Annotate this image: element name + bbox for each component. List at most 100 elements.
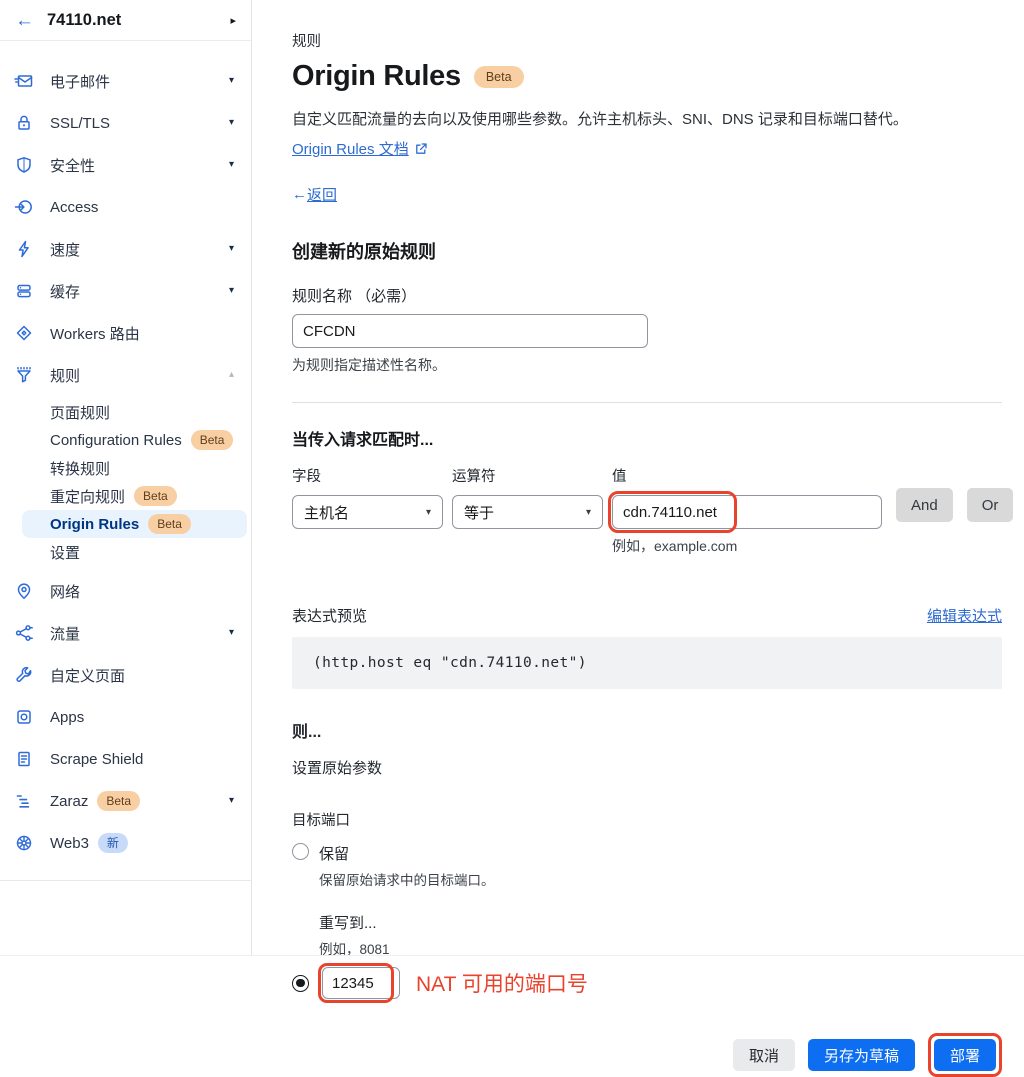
sidebar-item-label: Origin Rules [50,516,139,533]
sidebar-item-rules-settings[interactable]: 设置 [50,538,245,566]
chevron-down-icon[interactable]: ▾ [229,76,234,86]
chevron-right-icon[interactable]: ▸ [230,14,236,27]
match-heading: 当传入请求匹配时... [292,426,1002,450]
sidebar-item-rules[interactable]: 规则 ▴ [0,354,251,396]
chevron-up-icon[interactable]: ▴ [229,370,234,380]
sidebar-item-origin-rules[interactable]: Origin Rules Beta [22,510,247,538]
dest-port-label: 目标端口 [292,809,1002,830]
docs-link[interactable]: Origin Rules 文档 [292,138,409,159]
preserve-radio[interactable] [292,843,309,860]
sidebar-item-label: 流量 [50,623,229,644]
sidebar-item-label: Scrape Shield [50,751,234,768]
and-button[interactable]: And [896,488,953,522]
access-icon [13,196,35,218]
external-link-icon[interactable] [415,143,427,155]
rule-name-input[interactable] [292,314,648,348]
edit-expression-link[interactable]: 编辑表达式 [927,605,1002,626]
sidebar-item-email[interactable]: 电子邮件 ▾ [0,60,251,102]
beta-badge: Beta [148,514,191,534]
sidebar-item-redirect-rules[interactable]: 重定向规则 Beta [50,482,245,510]
sidebar-item-custom-pages[interactable]: 自定义页面 [0,654,251,696]
sidebar-item-workers-routes[interactable]: Workers 路由 [0,312,251,354]
cache-icon [13,280,35,302]
sidebar-item-label: 网络 [50,581,234,602]
sidebar-item-label: Configuration Rules [50,432,182,449]
expression-code: (http.host eq "cdn.74110.net") [292,637,1002,689]
zaraz-bars-icon [13,790,35,812]
or-button[interactable]: Or [967,488,1014,522]
sidebar-item-cache[interactable]: 缓存 ▾ [0,270,251,312]
sidebar-item-traffic[interactable]: 流量 ▾ [0,612,251,654]
value-label: 值 [612,465,882,486]
rule-name-help: 为规则指定描述性名称。 [292,355,1002,375]
sidebar-item-zaraz[interactable]: Zaraz Beta ▾ [0,780,251,822]
sidebar-item-page-rules[interactable]: 页面规则 [50,398,245,426]
rewrite-radio[interactable] [292,975,309,992]
back-link[interactable]: 返回 [307,184,337,205]
chevron-down-icon[interactable]: ▾ [229,286,234,296]
sidebar-item-apps[interactable]: Apps [0,696,251,738]
share-network-icon [13,622,35,644]
back-link-row: ←返回 [292,184,1002,205]
sidebar-item-web3[interactable]: Web3 新 [0,822,251,864]
beta-badge: Beta [134,486,177,506]
rules-subnav: 页面规则 Configuration Rules Beta 转换规则 重定向规则… [0,396,251,570]
field-select[interactable]: 主机名 ▾ [292,495,443,529]
condition-row: 字段 主机名 ▾ 运算符 等于 ▾ 值 例如，example.com And [292,465,1002,556]
wrench-icon [13,664,35,686]
chevron-down-icon[interactable]: ▾ [229,628,234,638]
new-badge: 新 [98,833,128,853]
sidebar-item-label: 缓存 [50,281,229,302]
zone-name: 74110.net [47,11,230,30]
breadcrumb-eyebrow: 规则 [292,30,1002,51]
chevron-down-icon[interactable]: ▾ [229,796,234,806]
chevron-down-icon[interactable]: ▾ [229,160,234,170]
beta-badge: Beta [97,791,140,811]
save-draft-button[interactable]: 另存为草稿 [808,1039,915,1071]
value-input[interactable] [612,495,882,529]
sidebar-item-label: Access [50,199,234,216]
sidebar-item-configuration-rules[interactable]: Configuration Rules Beta [50,426,245,454]
form-footer: 取消 另存为草稿 部署 [292,1033,1002,1077]
sidebar-item-access[interactable]: Access [0,186,251,228]
chevron-down-icon[interactable]: ▾ [229,118,234,128]
operator-select[interactable]: 等于 ▾ [452,495,603,529]
email-icon [13,70,35,92]
sidebar-item-speed[interactable]: 速度 ▾ [0,228,251,270]
operator-select-value: 等于 [464,502,494,523]
preserve-help: 保留原始请求中的目标端口。 [319,869,495,889]
preserve-label: 保留 [319,843,495,864]
sidebar-item-transform-rules[interactable]: 转换规则 [50,454,245,482]
sidebar-nav: 电子邮件 ▾ SSL/TLS ▾ 安全性 ▾ Access [0,41,251,864]
deploy-button[interactable]: 部署 [934,1039,996,1071]
sidebar-item-security[interactable]: 安全性 ▾ [0,144,251,186]
map-pin-icon [13,580,35,602]
back-arrow-icon[interactable]: ← [15,11,34,30]
main-content: 规则 Origin Rules Beta 自定义匹配流量的去向以及使用哪些参数。… [252,0,1024,956]
chevron-down-icon: ▾ [426,507,431,518]
sidebar-item-scrape-shield[interactable]: Scrape Shield [0,738,251,780]
sidebar-item-label: 设置 [50,542,80,563]
field-select-value: 主机名 [304,502,349,523]
sidebar-item-label: Zaraz Beta [50,791,229,811]
apps-icon [13,706,35,728]
document-icon [13,748,35,770]
expression-preview-label: 表达式预览 [292,605,367,626]
back-arrow-icon: ← [292,186,307,203]
sidebar-item-network[interactable]: 网络 [0,570,251,612]
sidebar-divider [0,880,251,881]
port-input[interactable] [322,967,400,999]
field-label: 字段 [292,465,443,486]
lightning-icon [13,238,35,260]
beta-badge: Beta [191,430,234,450]
sidebar-item-label: 重定向规则 [50,486,125,507]
lock-icon [13,112,35,134]
sidebar: ← 74110.net ▸ 电子邮件 ▾ SSL/TLS ▾ 安全性 ▾ [0,0,252,956]
sidebar-item-label: Web3 新 [50,833,234,853]
sidebar-item-ssl-tls[interactable]: SSL/TLS ▾ [0,102,251,144]
cancel-button[interactable]: 取消 [733,1039,795,1071]
chevron-down-icon[interactable]: ▾ [229,244,234,254]
preserve-option: 保留 保留原始请求中的目标端口。 [292,843,1002,889]
sidebar-item-label: Apps [50,709,234,726]
sidebar-item-text: Zaraz [50,793,88,810]
